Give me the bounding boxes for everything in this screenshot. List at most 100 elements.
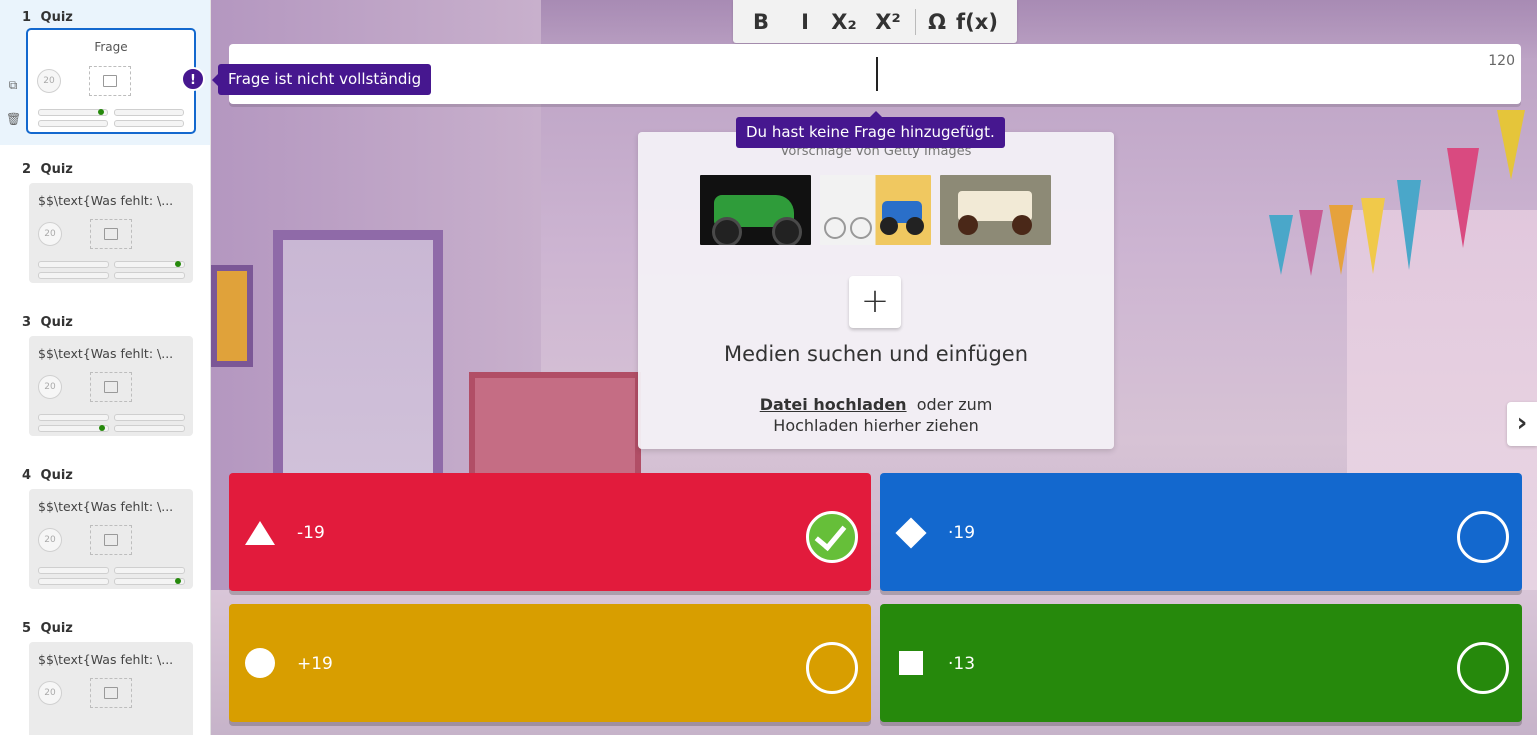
bunting-flag: [1361, 198, 1385, 274]
thumbnail-answer: [114, 425, 185, 432]
special-characters-button[interactable]: Ω: [922, 4, 952, 40]
duplicate-icon[interactable]: ⧉: [6, 78, 20, 92]
slide-type: Quiz: [40, 621, 73, 636]
answer-text[interactable]: +19: [297, 654, 333, 674]
slide-header: 4 Quiz: [22, 468, 73, 483]
thumbnail-answer: [114, 120, 184, 127]
answer-text[interactable]: -19: [297, 523, 325, 543]
thumbnail-answer: [114, 272, 185, 279]
slide-thumbnail[interactable]: $$\text{Was fehlt: \... 20: [29, 642, 193, 735]
thumbnail-answer: [38, 272, 109, 279]
wheel-shape: [880, 217, 898, 235]
slide-type: Quiz: [40, 315, 73, 330]
slide-thumbnail[interactable]: Frage 20: [26, 28, 196, 134]
slide-thumbnail[interactable]: $$\text{Was fehlt: \... 20: [29, 489, 193, 589]
slide-item-3[interactable]: 3 Quiz $$\text{Was fehlt: \... 20: [0, 305, 210, 455]
correct-toggle-icon[interactable]: [1457, 642, 1509, 694]
suggested-image-jeep[interactable]: [940, 175, 1051, 245]
correct-dot: [99, 425, 105, 431]
bunting-flag: [1329, 205, 1353, 275]
thumbnail-answer: [38, 414, 109, 421]
diamond-icon: [895, 517, 927, 549]
answer-4[interactable]: ·13: [880, 604, 1522, 722]
correct-toggle-icon[interactable]: [806, 642, 858, 694]
thumbnail-title: Frage: [94, 40, 128, 54]
thumbnail-timer: 20: [37, 69, 61, 93]
thumbnail-answer: [38, 425, 109, 432]
slide-item-4[interactable]: 4 Quiz $$\text{Was fehlt: \... 20: [0, 458, 210, 608]
slide-header: 2 Quiz: [22, 162, 73, 177]
wall-picture: [211, 265, 253, 367]
text-caret: [876, 57, 878, 91]
correct-dot: [98, 109, 104, 115]
toolbar-divider: [915, 8, 916, 35]
upload-text-2: Hochladen hierher ziehen: [773, 416, 979, 435]
slide-sidebar: 1 Quiz ⧉ 🗑 Frage 20 2 Quiz $$\text{Was f…: [0, 0, 211, 735]
wheel-shape: [824, 217, 846, 239]
thumbnail-answer: [114, 414, 185, 421]
thumbnail-answer: [114, 578, 185, 585]
image-placeholder-icon: [90, 219, 132, 249]
formatting-toolbar: B I X₂ X² Ω f(x): [733, 0, 1017, 43]
suggested-image-offroad[interactable]: [700, 175, 811, 245]
slide-number: 1: [22, 10, 32, 25]
wheel-shape: [1012, 215, 1032, 235]
thumbnail-timer: 20: [38, 375, 62, 399]
slide-header: 1 Quiz: [22, 10, 73, 25]
bunting-flag: [1397, 180, 1421, 270]
wheel-shape: [772, 217, 802, 245]
chevron-right-icon[interactable]: ›: [1507, 402, 1537, 446]
warning-icon[interactable]: !: [181, 67, 205, 91]
slide-thumbnail[interactable]: $$\text{Was fehlt: \... 20: [29, 183, 193, 283]
incomplete-tooltip: Frage ist nicht vollständig: [211, 64, 432, 95]
bunting-flag: [1299, 210, 1323, 276]
thumbnail-timer: 20: [38, 528, 62, 552]
answer-3[interactable]: +19: [229, 604, 871, 722]
answer-1[interactable]: -19: [229, 473, 871, 591]
add-media-button[interactable]: +: [849, 276, 901, 328]
thumbnail-timer: 20: [38, 681, 62, 705]
slide-number: 4: [22, 468, 32, 483]
slide-item-5[interactable]: 5 Quiz $$\text{Was fehlt: \... 20: [0, 611, 210, 735]
answer-text[interactable]: ·19: [948, 523, 975, 543]
bunting-flag: [1497, 110, 1525, 180]
superscript-button[interactable]: X²: [867, 4, 909, 40]
suggested-image-monster-truck[interactable]: [820, 175, 931, 245]
subscript-button[interactable]: X₂: [821, 4, 867, 40]
image-placeholder-icon: [89, 66, 131, 96]
slide-type: Quiz: [40, 162, 73, 177]
bunting-flag: [1447, 148, 1479, 248]
slide-thumbnail[interactable]: $$\text{Was fehlt: \... 20: [29, 336, 193, 436]
wheel-shape: [958, 215, 978, 235]
bold-button[interactable]: B: [733, 4, 789, 40]
bunting-flag: [1269, 215, 1293, 275]
image-placeholder-icon: [90, 525, 132, 555]
thumbnail-answer: [38, 261, 109, 268]
slide-item-2[interactable]: 2 Quiz $$\text{Was fehlt: \... 20: [0, 152, 210, 302]
trash-icon[interactable]: 🗑: [6, 112, 21, 126]
correct-dot: [175, 578, 181, 584]
slide-type: Quiz: [40, 468, 73, 483]
wheel-shape: [850, 217, 872, 239]
slide-type: Quiz: [40, 10, 73, 25]
answer-2[interactable]: ·19: [880, 473, 1522, 591]
italic-button[interactable]: I: [789, 4, 821, 40]
wheel-shape: [906, 217, 924, 235]
thumbnail-timer: 20: [38, 222, 62, 246]
slide-item-1[interactable]: 1 Quiz ⧉ 🗑 Frage 20: [0, 0, 210, 145]
formula-button[interactable]: f(x): [952, 4, 1002, 40]
answer-text[interactable]: ·13: [948, 654, 975, 674]
slide-header: 5 Quiz: [22, 621, 73, 636]
slide-number: 3: [22, 315, 32, 330]
correct-toggle-icon[interactable]: [1457, 511, 1509, 563]
triangle-icon: [245, 521, 275, 545]
image-placeholder-icon: [90, 678, 132, 708]
correct-check-icon[interactable]: [806, 511, 858, 563]
upload-instructions: Datei hochladen oder zum Hochladen hierh…: [638, 394, 1114, 436]
no-question-tooltip: Du hast keine Frage hinzugefügt.: [736, 111, 1005, 148]
media-heading: Medien suchen und einfügen: [723, 342, 1029, 366]
thumbnail-answer: [38, 109, 108, 116]
upload-file-link[interactable]: Datei hochladen: [760, 395, 907, 414]
thumbnail-answer: [38, 120, 108, 127]
slide-number: 5: [22, 621, 32, 636]
